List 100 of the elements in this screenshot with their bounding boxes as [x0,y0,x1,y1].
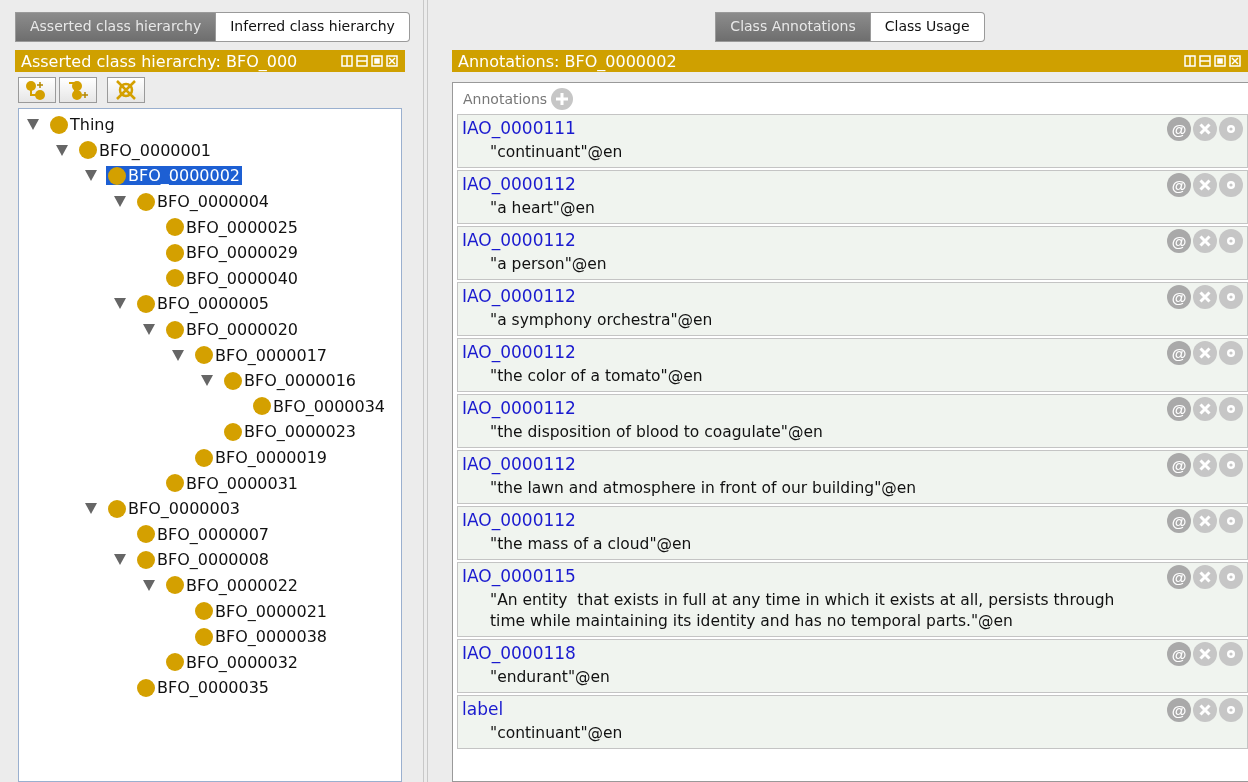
delete-icon[interactable] [1193,173,1217,197]
expanded-arrow-icon[interactable] [85,503,97,515]
expanded-arrow-icon[interactable] [114,196,126,208]
property-link[interactable]: IAO_0000118 [462,643,576,663]
tree-item[interactable]: BFO_0000017 [193,345,330,365]
tree-item[interactable]: BFO_0000020 [164,320,301,340]
delete-class-icon [114,79,138,101]
class-icon [166,243,184,262]
tree-item[interactable]: BFO_0000003 [106,499,243,519]
tree-item[interactable]: BFO_0000004 [135,192,272,212]
expanded-arrow-icon[interactable] [114,554,126,566]
tree-item[interactable]: BFO_0000035 [135,678,272,698]
property-link[interactable]: IAO_0000112 [462,230,576,250]
tree-item[interactable]: BFO_0000029 [164,243,301,263]
edit-icon[interactable] [1219,565,1243,589]
edit-icon[interactable] [1219,341,1243,365]
delete-icon[interactable] [1193,698,1217,722]
class-icon [195,448,213,467]
class-icon [195,627,213,646]
property-link[interactable]: IAO_0000115 [462,566,576,586]
tree-item[interactable]: BFO_0000019 [193,448,330,467]
property-link[interactable]: IAO_0000112 [462,454,576,474]
tree-item[interactable]: BFO_0000002 [106,166,243,186]
class-icon [137,294,155,313]
tree-item[interactable]: BFO_0000038 [193,627,330,647]
tree-item[interactable]: BFO_0000040 [164,268,301,288]
expanded-arrow-icon[interactable] [85,170,97,182]
class-icon [166,269,184,288]
view-controls-icon[interactable] [341,55,399,67]
expanded-arrow-icon[interactable] [56,144,68,156]
view-title: Asserted class hierarchy: BFO_000 [21,51,298,71]
delete-icon[interactable] [1193,565,1217,589]
delete-icon[interactable] [1193,397,1217,421]
edit-icon[interactable] [1219,397,1243,421]
class-icon [137,550,155,569]
expanded-arrow-icon[interactable] [114,298,126,310]
class-icon [166,474,184,493]
edit-icon[interactable] [1219,698,1243,722]
class-icon [224,371,242,390]
annotation-value: "the lawn and atmosphere in front of our building"@en [490,478,918,499]
tab[interactable]: Class Usage [870,12,985,42]
delete-icon[interactable] [1193,229,1217,253]
class-icon [137,525,155,544]
delete-icon[interactable] [1193,509,1217,533]
class-icon [79,141,97,160]
tree-item[interactable]: BFO_0000022 [164,576,301,595]
tree-item[interactable]: BFO_0000007 [135,524,272,544]
section-label: Annotations [463,91,548,107]
delete-class-button[interactable] [107,77,145,103]
class-icon [137,192,155,211]
tree-item[interactable]: BFO_0000031 [164,473,301,493]
property-link[interactable]: IAO_0000112 [462,398,576,418]
add-icon[interactable] [551,88,574,110]
tree-item[interactable]: BFO_0000001 [77,140,214,160]
annotation-value: "endurant"@en [490,667,611,688]
property-link[interactable]: IAO_0000112 [462,342,576,362]
property-link[interactable]: IAO_0000112 [462,286,576,306]
delete-icon[interactable] [1193,341,1217,365]
tab[interactable]: Inferred class hierarchy [216,12,410,42]
edit-icon[interactable] [1219,229,1243,253]
view-controls-icon[interactable] [1184,55,1242,67]
class-icon [137,678,155,697]
expanded-arrow-icon[interactable] [27,119,39,131]
delete-icon[interactable] [1193,117,1217,141]
view-title: Annotations: BFO_0000002 [458,51,677,71]
expanded-arrow-icon[interactable] [143,580,155,591]
tree-item[interactable]: BFO_0000023 [222,422,359,442]
property-link[interactable]: label [462,699,504,719]
edit-icon[interactable] [1219,173,1243,197]
property-link[interactable]: IAO_0000111 [462,118,576,138]
delete-icon[interactable] [1193,285,1217,309]
tree-item[interactable]: BFO_0000032 [164,652,301,672]
expanded-arrow-icon[interactable] [143,324,155,336]
class-icon [108,499,126,518]
edit-icon[interactable] [1219,453,1243,477]
annotation-value: "a symphony orchestra"@en [490,310,714,331]
tree-item[interactable]: BFO_0000016 [222,371,359,391]
expanded-arrow-icon[interactable] [201,375,213,387]
class-icon [224,422,242,441]
class-icon [253,397,271,416]
tree-item[interactable]: BFO_0000021 [193,601,330,621]
expanded-arrow-icon[interactable] [172,349,184,361]
edit-icon[interactable] [1219,117,1243,141]
add-sibling-icon [66,80,90,100]
tree-item[interactable]: BFO_0000005 [135,294,272,314]
tree-item[interactable]: Thing [48,115,117,135]
tree-item[interactable]: BFO_0000034 [251,396,388,416]
edit-icon[interactable] [1219,285,1243,309]
tree-item[interactable]: BFO_0000025 [164,217,301,237]
edit-icon[interactable] [1219,642,1243,666]
property-link[interactable]: IAO_0000112 [462,174,576,194]
property-link[interactable]: IAO_0000112 [462,510,576,530]
class-icon [166,320,184,339]
tree-item[interactable]: BFO_0000008 [135,550,272,570]
delete-icon[interactable] [1193,453,1217,477]
annotation-value: "the mass of a cloud"@en [490,534,693,555]
edit-icon[interactable] [1219,509,1243,533]
add-sibling-button[interactable] [59,77,97,103]
add-subclass-button[interactable] [18,77,56,103]
delete-icon[interactable] [1193,642,1217,666]
